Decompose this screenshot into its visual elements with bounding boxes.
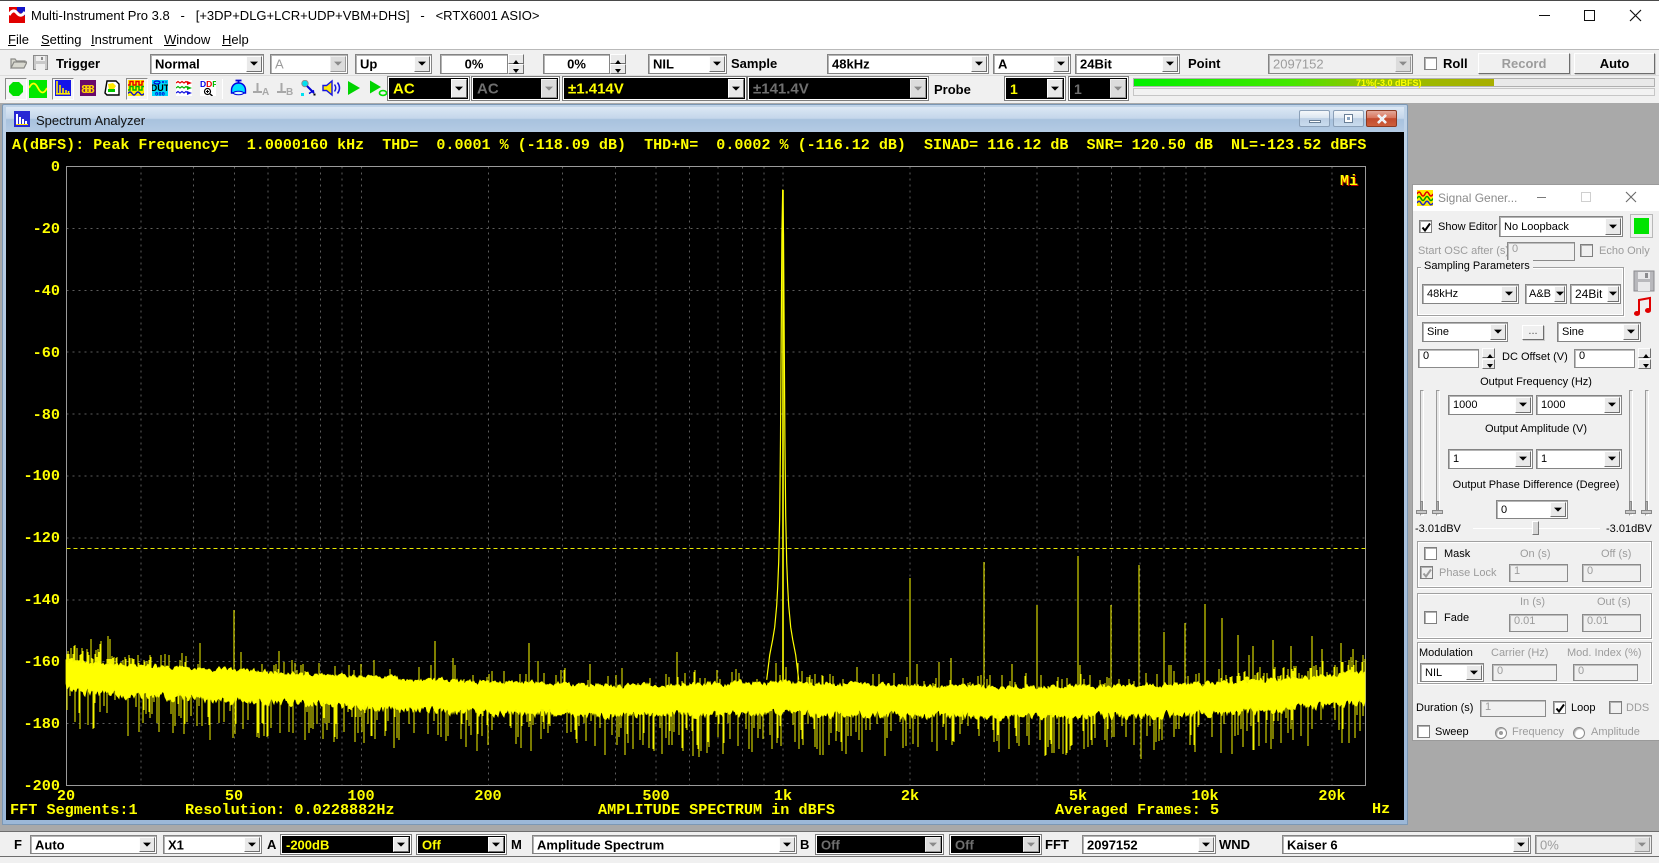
svg-text:DDP: DDP	[200, 80, 216, 89]
svg-text:-160: -160	[24, 653, 60, 671]
svg-text:-40: -40	[33, 282, 60, 300]
svg-text:FFT Segments:1: FFT Segments:1	[10, 801, 138, 819]
svg-text:Averaged Frames: 5: Averaged Frames: 5	[1055, 801, 1219, 819]
svg-text:20k: 20k	[1318, 787, 1345, 805]
svg-text:-20: -20	[33, 220, 60, 238]
svg-text:0: 0	[51, 158, 60, 176]
svg-text:-120: -120	[24, 529, 60, 547]
svg-text:-140: -140	[24, 591, 60, 609]
svg-text:-80: -80	[33, 406, 60, 424]
svg-text:-100: -100	[24, 467, 60, 485]
svg-text:Resolution: 0.0228882Hz: Resolution: 0.0228882Hz	[185, 801, 395, 819]
svg-text:Hz: Hz	[1372, 800, 1390, 818]
svg-text:888: 888	[81, 83, 95, 96]
svg-text:200: 200	[474, 787, 501, 805]
svg-text:-180: -180	[24, 715, 60, 733]
svg-text:000: 000	[155, 91, 165, 97]
svg-text:A(dBFS): Peak Frequency= 1.00: A(dBFS): Peak Frequency= 1.0000160 kHz T…	[12, 136, 1366, 154]
svg-text:B: B	[286, 87, 293, 96]
svg-text:-60: -60	[33, 344, 60, 362]
svg-text:AMPLITUDE SPECTRUM in dBFS: AMPLITUDE SPECTRUM in dBFS	[598, 801, 835, 819]
svg-text:Mi: Mi	[1340, 173, 1358, 190]
svg-text:2k: 2k	[901, 787, 919, 805]
svg-text:-200: -200	[24, 777, 60, 795]
svg-text:A: A	[262, 87, 269, 96]
